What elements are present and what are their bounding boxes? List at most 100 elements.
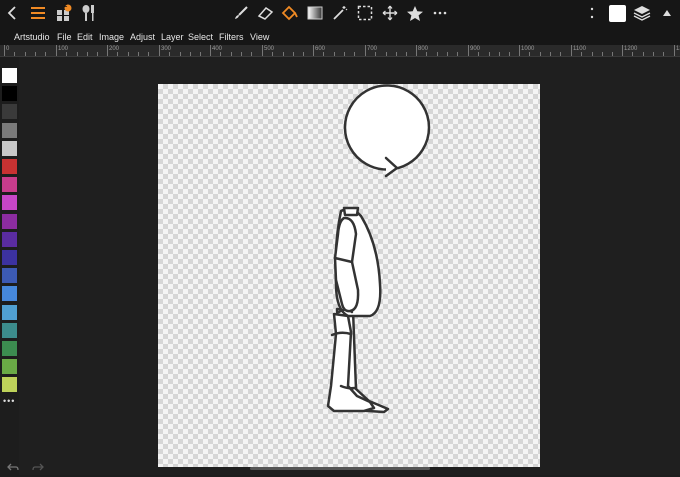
palette-swatch[interactable] [2,140,17,156]
palette-swatch[interactable] [2,286,17,302]
ruler-minor-tick [344,52,345,56]
ruler-minor-tick [272,52,273,56]
menu-edit[interactable]: Edit [77,32,93,42]
ruler-minor-tick [499,52,500,56]
ruler-tick [159,45,160,56]
menu-bar: Artstudio File Edit Image Adjust Layer S… [0,27,680,45]
ruler-minor-tick [77,52,78,56]
palette-more-button[interactable]: ••• [3,396,15,406]
ruler-minor-tick [231,52,232,56]
ruler-minor-tick [169,52,170,56]
selection-tool-icon[interactable] [355,3,375,23]
palette-swatch[interactable] [2,231,17,247]
star-icon[interactable] [405,3,425,23]
horizontal-ruler: 0 100 200 300 400 500 600 700 800 900 1000 1100 1200… [0,45,680,57]
horizontal-scrollbar[interactable] [250,467,430,470]
menu-artstudio[interactable]: Artstudio [14,32,50,42]
ruler-minor-tick [457,52,458,56]
stick-figure-drawing [326,84,431,414]
menu-filters[interactable]: Filters [219,32,244,42]
top-toolbar: 2 [0,0,680,27]
palette-swatch[interactable] [2,195,17,211]
menu-file[interactable]: File [57,32,72,42]
menu-view[interactable]: View [250,32,269,42]
menu-image[interactable]: Image [99,32,124,42]
ruler-minor-tick [550,52,551,56]
back-icon[interactable] [4,3,20,23]
gallery-icon[interactable]: 2 [54,3,74,23]
eraser-tool-icon[interactable] [255,3,275,23]
layers-icon[interactable] [632,3,652,23]
palette-swatch[interactable] [2,322,17,338]
menu-layer[interactable]: Layer [161,32,184,42]
palette-swatch[interactable] [2,68,17,83]
undo-icon[interactable] [7,459,19,477]
ruler-minor-tick [375,52,376,56]
ruler-minor-tick [148,52,149,56]
ruler-label: 1100 [573,46,586,52]
more-tools-icon[interactable] [430,3,450,23]
ruler-minor-tick [437,52,438,56]
gradient-tool-icon[interactable] [305,3,325,23]
ruler-minor-tick [540,52,541,56]
move-tool-icon[interactable] [380,3,400,23]
palette-swatch[interactable] [2,304,17,320]
ruler-minor-tick [354,52,355,56]
ruler-minor-tick [128,52,129,56]
ruler-minor-tick [334,52,335,56]
ruler-tick [56,45,57,56]
collapse-panel-icon[interactable] [659,3,675,23]
palette-swatch[interactable] [2,122,17,138]
ruler-minor-tick [386,52,387,56]
palette-swatch[interactable] [2,250,17,265]
notification-badge: 2 [64,3,68,9]
current-color-swatch[interactable] [607,3,627,23]
drawing-canvas[interactable] [158,84,540,467]
ruler-tick [313,45,314,56]
menu-select[interactable]: Select [188,32,213,42]
ruler-minor-tick [632,52,633,56]
brush-tool-icon[interactable] [231,3,251,23]
ruler-minor-tick [97,52,98,56]
options-icon[interactable] [587,3,597,23]
ruler-tick [622,45,623,56]
brush-settings-icon[interactable] [80,3,98,23]
palette-swatch[interactable] [2,377,17,393]
fill-tool-icon[interactable] [280,3,300,23]
ruler-minor-tick [220,52,221,56]
ruler-minor-tick [66,52,67,56]
palette-swatch[interactable] [2,177,17,193]
ruler-minor-tick [581,52,582,56]
ruler-minor-tick [560,52,561,56]
ruler-minor-tick [241,52,242,56]
menu-adjust[interactable]: Adjust [130,32,155,42]
redo-icon[interactable] [32,459,44,477]
ruler-tick [468,45,469,56]
menu-icon[interactable] [28,3,48,23]
ruler-minor-tick [303,52,304,56]
ruler-minor-tick [612,52,613,56]
palette-swatch[interactable] [2,213,17,229]
ruler-minor-tick [87,52,88,56]
palette-swatch[interactable] [2,268,17,284]
ruler-tick [416,45,417,56]
palette-swatch[interactable] [2,159,17,174]
ruler-tick [365,45,366,56]
magic-wand-icon[interactable] [330,3,350,23]
ruler-minor-tick [406,52,407,56]
ruler-tick [107,45,108,56]
ruler-tick [519,45,520,56]
ruler-minor-tick [293,52,294,56]
ruler-minor-tick [426,52,427,56]
palette-swatch[interactable] [2,359,17,375]
palette-swatch[interactable] [2,86,17,102]
palette-swatch[interactable] [2,104,17,120]
ruler-minor-tick [592,52,593,56]
ruler-minor-tick [180,52,181,56]
ruler-minor-tick [396,52,397,56]
palette-swatch[interactable] [2,341,17,356]
ruler-minor-tick [478,52,479,56]
ruler-tick [262,45,263,56]
ruler-minor-tick [117,52,118,56]
ruler-tick [210,45,211,56]
